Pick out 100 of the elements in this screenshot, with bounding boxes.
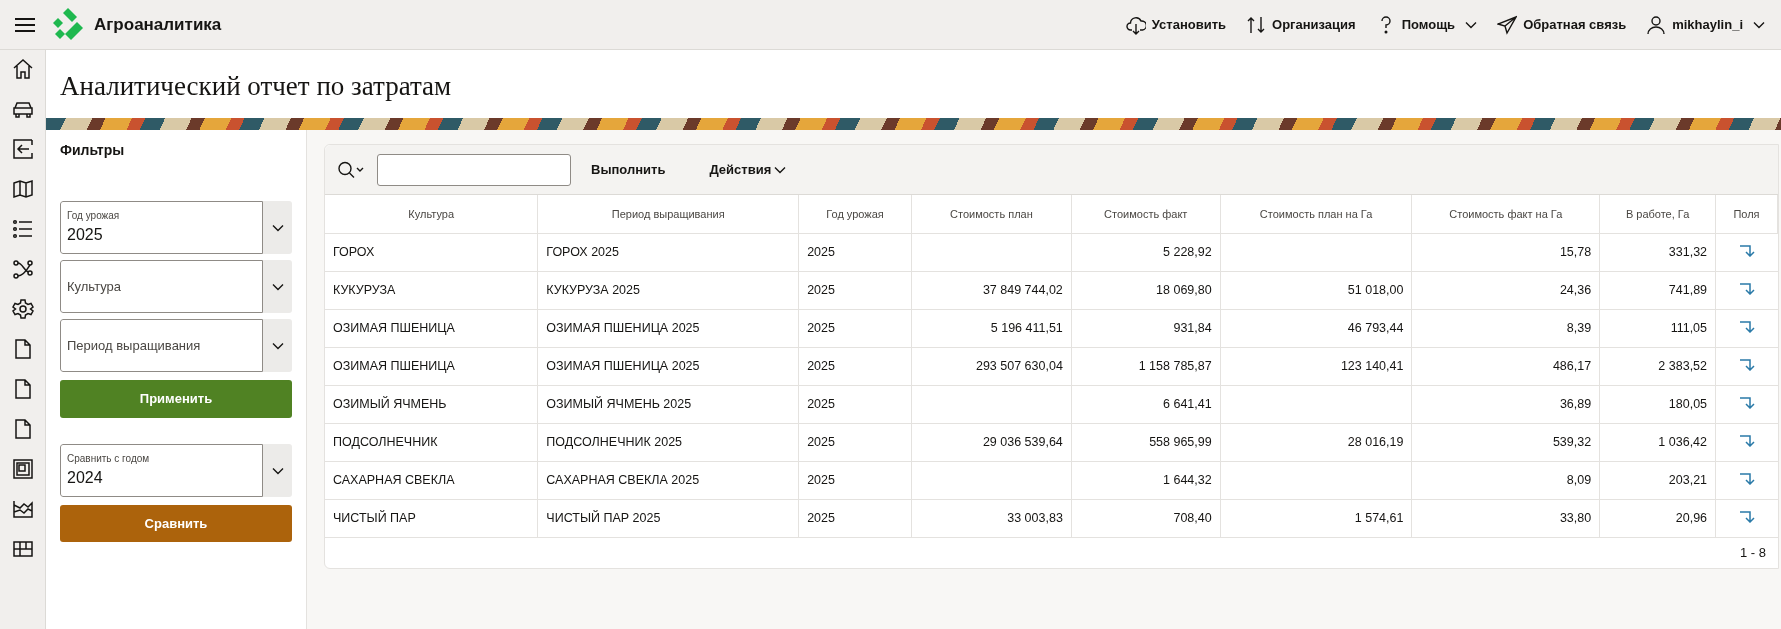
app-name: Агроаналитика [94,13,222,36]
table-cell: 8,39 [1411,309,1600,347]
column-header[interactable]: В работе, Га [1599,195,1716,233]
column-header[interactable]: Стоимость факт на Га [1411,195,1600,233]
path-icon[interactable] [11,258,34,280]
table-cell: КУКУРУЗА 2025 [537,271,799,309]
compare-button[interactable]: Сравнить [60,505,292,542]
column-header[interactable]: Поля [1715,195,1778,233]
table-cell: 331,32 [1599,233,1716,271]
column-header[interactable]: Стоимость факт [1071,195,1221,233]
table-cell: ЧИСТЫЙ ПАР 2025 [537,499,799,537]
settings-icon[interactable] [11,298,34,320]
table-cell: 5 228,92 [1071,233,1221,271]
table-cell: 2025 [798,423,912,461]
table-cell: ОЗИМАЯ ПШЕНИЦА [325,309,538,347]
chevron-down-icon [774,165,787,174]
column-header[interactable]: Стоимость план [911,195,1072,233]
column-header[interactable]: Стоимость план на Га [1220,195,1412,233]
cloud-download-icon [1125,14,1146,35]
table-cell: 2025 [798,499,912,537]
home-icon[interactable] [11,58,34,80]
user-icon [1646,14,1667,35]
drill-down-icon[interactable] [1738,471,1755,485]
table-cell: 293 507 630,04 [911,347,1072,385]
actions-menu[interactable]: Действия [705,159,791,180]
switch-arrows-icon [1246,14,1266,35]
table-cell: 2025 [798,309,912,347]
table-cell: 1 158 785,87 [1071,347,1221,385]
table-cell: 708,40 [1071,499,1221,537]
go-button[interactable]: Выполнить [587,159,670,180]
table-cell: 6 641,41 [1071,385,1221,423]
field-label: Культура [67,277,123,296]
table-cell: 2025 [798,233,912,271]
column-header[interactable]: Период выращивания [537,195,799,233]
nav-link[interactable]: mikhaylin_i [1646,14,1765,35]
list-icon[interactable] [11,218,34,240]
drill-down-icon[interactable] [1738,395,1755,409]
map-icon[interactable] [11,178,34,200]
table-cell: САХАРНАЯ СВЕКЛА 2025 [537,461,799,499]
table-cell: 486,17 [1411,347,1600,385]
chevron-down-icon [271,341,284,350]
nav-link[interactable]: Обратная связь [1497,14,1627,35]
sign-out-icon[interactable] [11,138,34,160]
table-cell: 539,32 [1411,423,1600,461]
drill-down-icon[interactable] [1738,357,1755,371]
table-cell: 51 018,00 [1220,271,1412,309]
table-cell: 8,09 [1411,461,1600,499]
search-menu-button[interactable] [337,160,365,179]
table-cell: 37 849 744,02 [911,271,1072,309]
apply-button[interactable]: Применить [60,380,292,418]
table-cell: 29 036 539,64 [911,423,1072,461]
table-cell: 28 016,19 [1220,423,1412,461]
table-cell: ОЗИМАЯ ПШЕНИЦА 2025 [537,347,799,385]
table-cell: 36,89 [1411,385,1600,423]
search-field[interactable] [377,153,571,186]
table-cell: 1 644,32 [1071,461,1221,499]
nav-link[interactable]: Помощь [1375,14,1478,35]
table-cell: ГОРОХ 2025 [537,233,799,271]
table-cell: 15,78 [1411,233,1600,271]
table-cell: 24,36 [1411,271,1600,309]
nav-link[interactable]: Установить [1125,14,1226,35]
chevron-down-icon [271,466,284,475]
table-cell: ЧИСТЫЙ ПАР [325,499,538,537]
column-header[interactable]: Культура [325,195,538,233]
table-cell: ОЗИМАЯ ПШЕНИЦА [325,347,538,385]
frame-icon[interactable] [11,458,34,480]
table-cell: КУКУРУЗА [325,271,538,309]
table-cell: 5 196 411,51 [911,309,1072,347]
chevron-down-icon [271,282,284,291]
drill-down-icon[interactable] [1738,281,1755,295]
table-cell: 33,80 [1411,499,1600,537]
table-cell: 180,05 [1599,385,1716,423]
column-header[interactable]: Год урожая [798,195,912,233]
chevron-down-icon [271,223,284,232]
table-cell: 2025 [798,385,912,423]
table-cell: 2025 [798,461,912,499]
pagination-range: 1 - 8 [1740,543,1766,562]
field-value: 2025 [67,224,104,245]
table-cell: 931,84 [1071,309,1221,347]
table-cell: 46 793,44 [1220,309,1412,347]
nav-link[interactable]: Организация [1246,14,1356,35]
table-cell: 18 069,80 [1071,271,1221,309]
field-label: Год урожая [67,210,121,223]
drill-down-icon[interactable] [1738,243,1755,257]
drill-down-icon[interactable] [1738,319,1755,333]
table-cell: 1 036,42 [1599,423,1716,461]
paper-plane-icon [1497,14,1518,35]
field-value: 2024 [67,467,104,488]
table-cell: 2025 [798,271,912,309]
table-cell: ГОРОХ [325,233,538,271]
field-label: Сравнить с годом [67,453,151,466]
table-cell: 741,89 [1599,271,1716,309]
area-chart-icon[interactable] [11,498,34,520]
drill-down-icon[interactable] [1738,433,1755,447]
page-title: Аналитический отчет по затратам [60,69,452,103]
table-cell: 2025 [798,347,912,385]
drill-down-icon[interactable] [1738,509,1755,523]
table-cell: ОЗИМЫЙ ЯЧМЕНЬ [325,385,538,423]
filters-title: Фильтры [60,141,126,160]
grid-icon[interactable] [11,538,34,560]
